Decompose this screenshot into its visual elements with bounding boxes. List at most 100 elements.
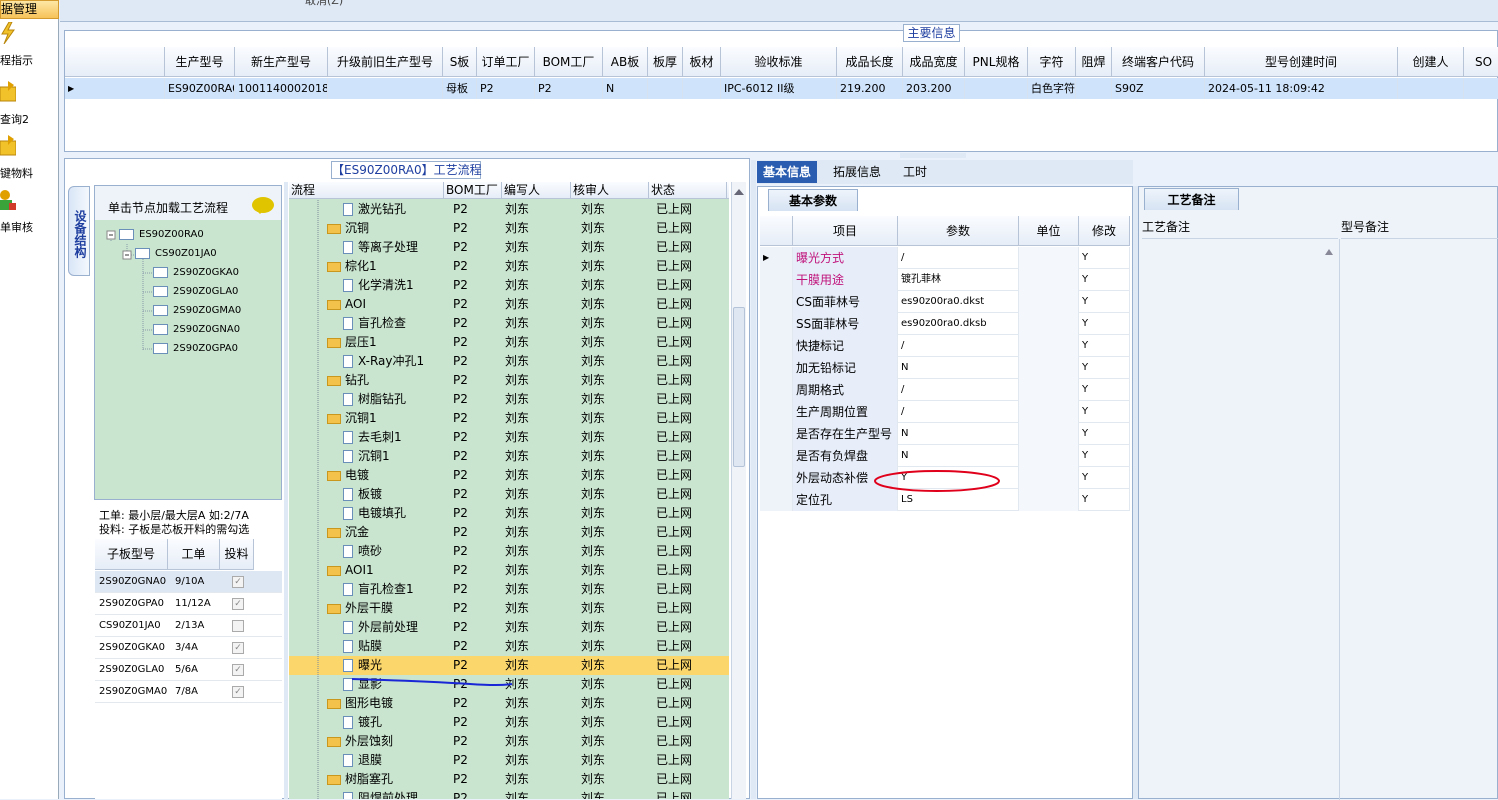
subboard-row[interactable]: CS90Z01JA0 2/13A [95, 615, 282, 637]
grid-cell[interactable]: 2024-05-11 18:09:42 [1205, 78, 1398, 99]
nav-item-process[interactable]: 程指示 [0, 22, 59, 72]
param-mod[interactable]: Y [1079, 445, 1130, 467]
param-value[interactable]: es90z00ra0.dkst [898, 291, 1019, 313]
param-mod[interactable]: Y [1079, 269, 1130, 291]
param-value[interactable]: N [898, 357, 1019, 379]
column-header[interactable]: 终端客户代码 [1112, 47, 1205, 77]
param-value[interactable]: N [898, 445, 1019, 467]
grid-cell[interactable] [648, 78, 683, 99]
param-unit[interactable] [1019, 445, 1079, 467]
column-header[interactable]: 字符 [1028, 47, 1076, 77]
nav-item-material[interactable]: 键物料 [0, 135, 59, 185]
param-header[interactable]: 修改 [1079, 216, 1130, 246]
param-value[interactable]: / [898, 401, 1019, 423]
column-header[interactable]: 生产型号 [165, 47, 235, 77]
param-row[interactable]: CS面菲林号 es90z00ra0.dkst Y [760, 291, 1130, 313]
param-header[interactable]: 单位 [1019, 216, 1079, 246]
scroll-up-icon[interactable] [734, 184, 744, 195]
column-header[interactable]: 板厚 [648, 47, 683, 77]
param-value[interactable]: N [898, 423, 1019, 445]
param-row[interactable]: 周期格式 / Y [760, 379, 1130, 401]
tab-work-hours[interactable]: 工时 [897, 161, 933, 183]
param-item[interactable]: 是否有负焊盘 [793, 445, 898, 467]
param-value[interactable]: es90z00ra0.dksb [898, 313, 1019, 335]
tree-node-leaf[interactable]: 2S90Z0GKA0 [153, 266, 239, 280]
param-item[interactable]: 快捷标记 [793, 335, 898, 357]
param-value[interactable]: LS [898, 489, 1019, 511]
column-header[interactable]: 创建人 [1398, 47, 1464, 77]
main-grid-row[interactable]: ▶ ES90Z00RA0 10011400020183 母板 P2 P2 N IPC-6012… [65, 78, 1498, 99]
row-indicator[interactable]: ▶ [65, 78, 165, 99]
grid-cell[interactable]: S90Z [1112, 78, 1205, 99]
nav-item-query[interactable]: 查询2 [0, 81, 59, 131]
column-header[interactable]: AB板 [603, 47, 648, 77]
param-unit[interactable] [1019, 467, 1079, 489]
grid-cell[interactable]: 10011400020183 [235, 78, 328, 99]
column-header[interactable]: 成品长度 [837, 47, 903, 77]
nav-item-review[interactable]: 单审核 [0, 189, 59, 239]
param-item[interactable]: 生产周期位置 [793, 401, 898, 423]
param-row[interactable]: 快捷标记 / Y [760, 335, 1130, 357]
grid-cell[interactable] [683, 78, 721, 99]
column-header[interactable]: BOM工厂 [535, 47, 603, 77]
param-mod[interactable]: Y [1079, 313, 1130, 335]
param-mod[interactable]: Y [1079, 379, 1130, 401]
feed-checkbox[interactable]: ✓ [232, 598, 244, 610]
param-unit[interactable] [1019, 379, 1079, 401]
param-row[interactable]: 加无铅标记 N Y [760, 357, 1130, 379]
notes-header[interactable]: 工艺备注 [1142, 215, 1338, 239]
grid-cell[interactable]: 219.200 [837, 78, 903, 99]
param-row[interactable]: 定位孔 LS Y [760, 489, 1130, 511]
tree-node-leaf[interactable]: 2S90Z0GMA0 [153, 304, 241, 318]
scroll-thumb[interactable] [733, 307, 745, 467]
param-row[interactable]: 干膜用途 镀孔菲林 Y [760, 269, 1130, 291]
param-unit[interactable] [1019, 401, 1079, 423]
grid-cell[interactable]: 203.200 [903, 78, 965, 99]
param-unit[interactable] [1019, 357, 1079, 379]
param-mod[interactable]: Y [1079, 467, 1130, 489]
param-unit[interactable] [1019, 269, 1079, 291]
subboard-row[interactable]: 2S90Z0GNA0 9/10A ✓ [95, 571, 282, 593]
param-unit[interactable] [1019, 335, 1079, 357]
grid-cell[interactable]: IPC-6012 II级 [721, 78, 837, 99]
param-mod[interactable]: Y [1079, 291, 1130, 313]
feed-checkbox[interactable] [232, 620, 244, 632]
param-item[interactable]: 定位孔 [793, 489, 898, 511]
splitter[interactable] [284, 182, 288, 799]
param-unit[interactable] [1019, 423, 1079, 445]
param-unit[interactable] [1019, 247, 1079, 269]
toolbar-fragment[interactable]: 取消(Z) [305, 0, 343, 8]
param-unit[interactable] [1019, 291, 1079, 313]
device-structure-tab[interactable]: 设备结构 [68, 186, 90, 276]
column-header[interactable]: SO [1464, 47, 1498, 77]
tab-basic-info[interactable]: 基本信息 [757, 161, 818, 183]
column-header[interactable]: PNL规格 [965, 47, 1028, 77]
column-header[interactable]: 订单工厂 [477, 47, 535, 77]
subboard-header[interactable]: 投料 [220, 539, 254, 570]
subboard-row[interactable]: 2S90Z0GMA0 7/8A ✓ [95, 681, 282, 703]
column-header[interactable]: 阻焊 [1076, 47, 1112, 77]
grid-cell[interactable]: ES90Z00RA0 [165, 78, 235, 99]
grid-cell[interactable] [328, 78, 443, 99]
grid-cell[interactable]: P2 [477, 78, 535, 99]
grid-cell[interactable] [965, 78, 1028, 99]
feed-checkbox[interactable]: ✓ [232, 664, 244, 676]
grid-cell[interactable]: 白色字符 [1028, 78, 1076, 99]
column-header[interactable]: 成品宽度 [903, 47, 965, 77]
column-header[interactable]: S板 [443, 47, 477, 77]
subboard-header[interactable]: 工单 [168, 539, 220, 570]
param-item[interactable]: CS面菲林号 [793, 291, 898, 313]
grid-cell[interactable] [1398, 78, 1464, 99]
param-item[interactable]: 曝光方式 [793, 247, 898, 269]
feed-checkbox[interactable]: ✓ [232, 686, 244, 698]
param-row[interactable]: ▶ 曝光方式 / Y [760, 247, 1130, 269]
grid-cell[interactable]: P2 [535, 78, 603, 99]
splitter[interactable] [751, 160, 756, 799]
tab-basic-params[interactable]: 基本参数 [768, 189, 858, 211]
column-header[interactable]: 新生产型号 [235, 47, 328, 77]
grid-cell[interactable] [1464, 78, 1498, 99]
scroll-up-icon[interactable] [1325, 245, 1333, 255]
column-header[interactable]: 板材 [683, 47, 721, 77]
param-header[interactable]: 参数 [898, 216, 1019, 246]
grid-cell[interactable]: 母板 [443, 78, 477, 99]
